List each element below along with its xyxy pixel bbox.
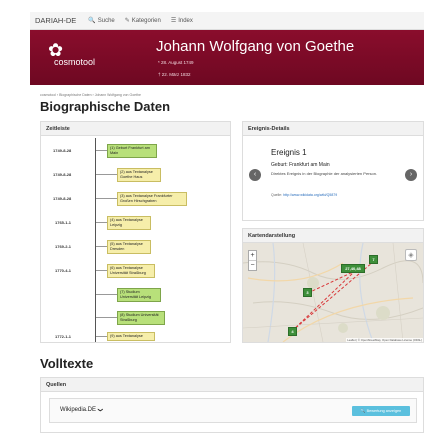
event-details-heading: Ereignis-Details (243, 122, 423, 136)
breadcrumb-item[interactable]: cosmotool (40, 93, 56, 97)
timeline-date: 1772-1-1 (55, 334, 72, 339)
source-link[interactable]: http://www.wikidata.org/wiki/Q5879 (283, 193, 337, 197)
breadcrumb-item[interactable]: Biographische Daten (59, 93, 92, 97)
tag-icon: ✎ (124, 18, 130, 24)
timeline-event[interactable]: (5) aus Textanalyse Dresden (107, 240, 151, 254)
timeline-date: 1770-4-1 (55, 268, 72, 273)
timeline-connector (96, 222, 107, 223)
nav-search-label: Suche (97, 17, 115, 24)
timeline-event[interactable]: (2) aus Textanalyse Goethe Haus (117, 168, 161, 182)
map-marker[interactable]: 7 (369, 255, 378, 264)
next-event-button[interactable]: › (405, 169, 417, 181)
source-row: Wikipedia.DE ❯ 🔍 Bewertung anzeigen (49, 398, 417, 423)
search-icon: 🔍 (360, 409, 366, 413)
source-select[interactable]: Wikipedia.DE ❯ (60, 407, 103, 413)
fulltexts-heading: Volltexte (40, 356, 94, 371)
map-marker[interactable]: 3 (303, 288, 312, 297)
timeline-connector (96, 150, 107, 151)
zoom-out-button[interactable]: − (249, 261, 256, 270)
timeline-date: 1749-8-28 (53, 196, 72, 201)
source-label: Quelle: (271, 193, 283, 197)
nav-categories-label: Kategorien (131, 17, 161, 24)
timeline-connector (96, 198, 117, 199)
event-title: Ereignis 1 (271, 148, 307, 157)
timeline-event[interactable]: (4) aus Textanalyse Leipzig (107, 216, 151, 230)
timeline-event[interactable]: (7) Studium Universität Leipzig (117, 288, 161, 302)
timeline-connector (96, 336, 107, 337)
map-canvas[interactable]: + − ◈ 27,40,48 7 3 4 Leaflet | © OpenStr… (243, 243, 423, 342)
previous-event-button[interactable]: ‹ (249, 169, 261, 181)
sources-heading: Quellen (41, 378, 423, 392)
timeline-heading: Zeitleiste (41, 122, 230, 136)
nav-categories[interactable]: ✎ Kategorien (124, 17, 161, 25)
map-heading: Kartendarstellung (243, 229, 423, 243)
search-icon: 🔍 (88, 18, 96, 24)
nav-search[interactable]: 🔍 Suche (88, 17, 115, 25)
layers-icon[interactable]: ◈ (405, 249, 417, 261)
map-marker-cluster[interactable]: 27,40,48 (341, 264, 365, 273)
birth-date: * 28. August 1749 (158, 60, 194, 65)
event-description: Direktes Ereignis in der Biographie der … (271, 171, 378, 176)
timeline-event[interactable]: (8) Studium Universität Straßburg (117, 311, 165, 325)
map-marker[interactable]: 4 (288, 327, 297, 336)
zoom-in-button[interactable]: + (249, 251, 256, 261)
timeline-panel: Zeitleiste 1749-8-28 (1) Geburt Frankfur… (40, 121, 231, 343)
timeline-event[interactable]: (1) Geburt Frankfurt am Main (107, 144, 157, 158)
chevron-right-icon: › (409, 171, 413, 178)
nav-index[interactable]: ☰ Index (170, 17, 193, 25)
map-panel: Kartendarstellung + − ◈ 27,40,48 7 3 4 L… (242, 228, 424, 343)
map-zoom-control: + − (248, 250, 257, 271)
event-subtitle: Geburt: Frankfurt am Main (271, 162, 330, 168)
death-date: † 22. März 1832 (158, 72, 191, 77)
cosmotool-logo[interactable]: ✿ cosmotool (48, 40, 118, 76)
timeline-date: 1765-1-1 (55, 220, 72, 225)
map-tiles (243, 243, 423, 342)
map-attribution[interactable]: Leaflet | © OpenStreetMap, Open Database… (346, 338, 423, 342)
timeline-date: 1749-8-28 (53, 172, 72, 177)
header-banner: ✿ cosmotool Johann Wolfgang von Goethe *… (30, 30, 424, 85)
show-rating-label: Bewertung anzeigen (366, 409, 402, 413)
timeline-date: 1769-2-1 (55, 244, 72, 249)
nav-index-label: Index (178, 17, 193, 24)
sources-panel: Quellen Wikipedia.DE ❯ 🔍 Bewertung anzei… (40, 377, 424, 433)
event-source: Quelle: http://www.wikidata.org/wiki/Q58… (271, 193, 337, 197)
timeline-connector (96, 246, 107, 247)
person-name: Johann Wolfgang von Goethe (156, 38, 355, 55)
timeline-connector (96, 174, 117, 175)
page-title: Biographische Daten (40, 99, 171, 114)
event-details-panel: Ereignis-Details ‹ Ereignis 1 Geburt: Fr… (242, 121, 424, 221)
timeline-event[interactable]: (3) aus Textanalyse Frankfurter Großen H… (117, 192, 187, 206)
timeline-axis (95, 138, 96, 342)
brand-link[interactable]: DARIAH-DE (35, 16, 76, 25)
timeline-date: 1749-8-28 (53, 148, 72, 153)
chevron-left-icon: ‹ (253, 171, 257, 178)
timeline-connector (96, 294, 117, 295)
top-navbar: DARIAH-DE 🔍 Suche ✎ Kategorien ☰ Index (30, 12, 424, 30)
list-icon: ☰ (170, 18, 177, 24)
breadcrumb: cosmotool › Biographische Daten › Johann… (40, 93, 141, 97)
timeline-connector (96, 317, 117, 318)
show-rating-button[interactable]: 🔍 Bewertung anzeigen (352, 406, 410, 416)
timeline-event[interactable]: (6) aus Textanalyse Universität Straßbur… (107, 264, 155, 278)
source-select-value: Wikipedia.DE (60, 407, 97, 413)
logo-text: cosmotool (54, 57, 96, 67)
timeline-connector (96, 270, 107, 271)
breadcrumb-item: Johann Wolfgang von Goethe (94, 93, 141, 97)
chevron-down-icon: ❯ (96, 407, 103, 413)
timeline-event[interactable]: (9) aus Textanalyse (107, 332, 155, 341)
